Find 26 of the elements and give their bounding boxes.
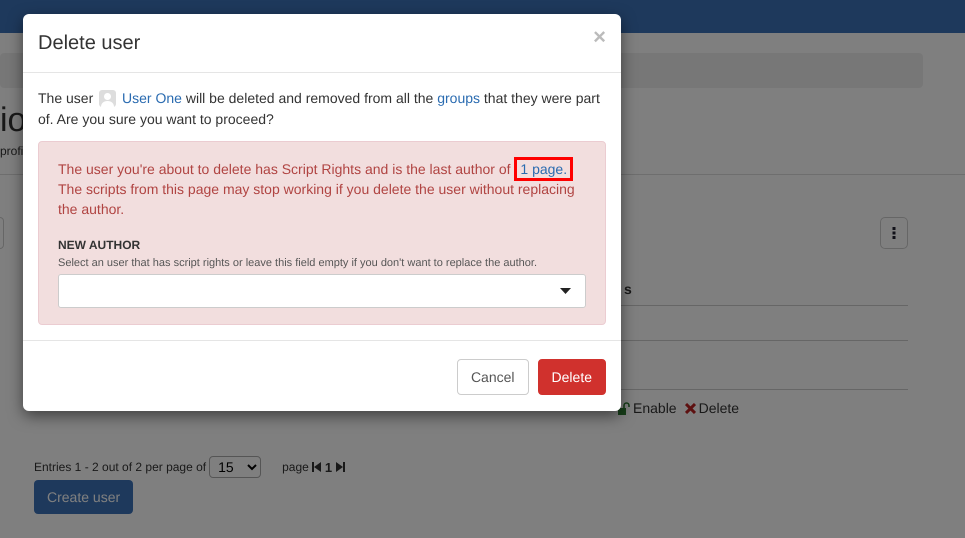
cross-icon bbox=[684, 402, 696, 414]
current-page: 1 bbox=[324, 460, 332, 474]
confirmation-message: The user User One will be deleted and removed from all the groups that they were part of. Are you sure you want to proceed? bbox=[38, 89, 601, 129]
page-subtitle: profi bbox=[0, 144, 24, 158]
delete-button[interactable]: Delete bbox=[538, 359, 606, 395]
page-link[interactable]: 1 page. bbox=[514, 157, 574, 181]
field-hint: Select an user that has script rights or leave this field empty if you don't want to replace the author. bbox=[58, 257, 538, 269]
create-user-button[interactable]: Create user bbox=[34, 480, 134, 514]
unlock-icon bbox=[618, 402, 630, 414]
avatar-icon bbox=[99, 90, 116, 107]
more-options-button[interactable] bbox=[880, 217, 908, 249]
last-page-icon[interactable] bbox=[336, 462, 346, 472]
groups-link[interactable]: groups bbox=[437, 90, 480, 106]
user-link[interactable]: User One bbox=[122, 90, 182, 106]
page-size-select[interactable]: 15 bbox=[209, 456, 262, 478]
delete-link[interactable]: Delete bbox=[684, 400, 740, 416]
field-label: NEW AUTHOR bbox=[58, 238, 142, 252]
warning-message: The user you're about to delete has Script Rights and is the last author of 1 page. The scripts from this page may stop working if you delete the user without replacing the author. bbox=[58, 159, 586, 219]
more-icon bbox=[892, 227, 896, 239]
cancel-button[interactable]: Cancel bbox=[456, 359, 529, 395]
first-page-icon[interactable] bbox=[312, 462, 321, 472]
caret-icon bbox=[560, 288, 571, 294]
enable-link[interactable]: Enable bbox=[618, 400, 677, 416]
entries-summary: Entries 1 - 2 out of 2 per page of bbox=[34, 460, 206, 474]
dialog-title: Delete user bbox=[38, 32, 140, 54]
page-label: page bbox=[282, 460, 309, 474]
